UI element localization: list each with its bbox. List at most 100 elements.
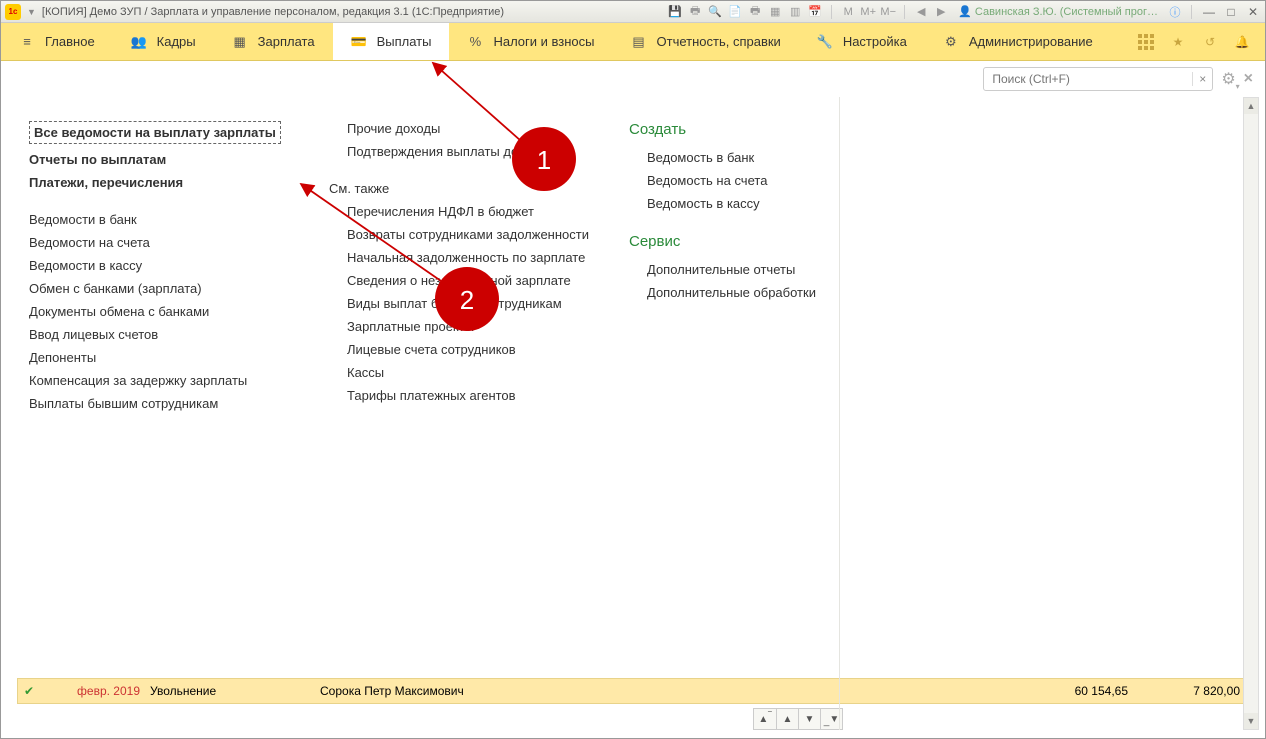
pager-up-button[interactable]: ▲ <box>776 709 798 729</box>
row-pager: ▲‾ ▲ ▼ _▼ <box>753 708 843 730</box>
nav-kadry-label: Кадры <box>157 34 196 49</box>
nav-nastroika-label: Настройка <box>843 34 907 49</box>
nav-vyplaty[interactable]: 💳 Выплаты <box>333 23 450 60</box>
print-icon[interactable]: 🖶 <box>688 5 702 19</box>
col2-top-item[interactable]: Прочие доходы <box>329 117 589 140</box>
calendar-icon[interactable]: 📅 <box>808 5 822 19</box>
logo-1c-icon: 1c <box>5 4 21 20</box>
col1-item[interactable]: Ввод лицевых счетов <box>29 323 289 346</box>
pager-first-button[interactable]: ▲‾ <box>754 709 776 729</box>
star-icon[interactable]: ★ <box>1169 33 1187 51</box>
gear-icon: ⚙ <box>943 34 959 50</box>
search-clear-button[interactable]: × <box>1192 72 1212 86</box>
col2-item[interactable]: Зарплатные проекты <box>329 315 589 338</box>
mplus-icon[interactable]: M+ <box>861 5 875 19</box>
service-item[interactable]: Дополнительные отчеты <box>629 258 849 281</box>
col2-item[interactable]: Начальная задолженность по зарплате <box>329 246 589 269</box>
col1-item[interactable]: Ведомости на счета <box>29 231 289 254</box>
search-input[interactable] <box>984 72 1192 86</box>
all-vedomosti-link[interactable]: Все ведомости на выплату зарплаты <box>29 117 289 148</box>
col1-item[interactable]: Ведомости в кассу <box>29 254 289 277</box>
compare-icon[interactable]: ▦ <box>768 5 782 19</box>
bottom-row[interactable]: ✔ февр. 2019 Увольнение Сорока Петр Макс… <box>17 678 1249 704</box>
col2-item[interactable]: Перечисления НДФЛ в бюджет <box>329 200 589 223</box>
col2-item[interactable]: Лицевые счета сотрудников <box>329 338 589 361</box>
create-item[interactable]: Ведомость в банк <box>629 146 849 169</box>
see-also-label: См. также <box>329 177 589 200</box>
nav-otchet-label: Отчетность, справки <box>657 34 781 49</box>
nav-admin-label: Администрирование <box>969 34 1093 49</box>
wrench-icon: 🔧 <box>817 34 833 50</box>
bottom-type: Увольнение <box>150 684 320 698</box>
panel-close-button[interactable]: × <box>1244 70 1253 88</box>
right-panel-separator <box>839 97 840 730</box>
nav-nastroika[interactable]: 🔧 Настройка <box>799 23 925 60</box>
user-name: Савинская З.Ю. (Системный прог… <box>975 6 1158 18</box>
col2-item[interactable]: Возвраты сотрудниками задолженности <box>329 223 589 246</box>
tool-row: × ⚙▾ × <box>1 61 1265 97</box>
col1-item[interactable]: Обмен с банками (зарплата) <box>29 277 289 300</box>
scroll-down-button[interactable]: ▼ <box>1244 713 1258 729</box>
back-icon[interactable]: ◀ <box>914 5 928 19</box>
nav-nalogi-label: Налоги и взносы <box>493 34 594 49</box>
column-3: Создать Ведомость в банк Ведомость на сч… <box>629 117 889 657</box>
save-icon[interactable]: 💾 <box>668 5 682 19</box>
title-dropdown-icon[interactable]: ▼ <box>27 7 36 17</box>
nav-main-label: Главное <box>45 34 95 49</box>
percent-icon: % <box>467 34 483 50</box>
search-box[interactable]: × <box>983 67 1213 91</box>
nav-admin[interactable]: ⚙ Администрирование <box>925 23 1111 60</box>
maximize-button[interactable]: □ <box>1223 5 1239 19</box>
title-bar: 1c ▼ [КОПИЯ] Демо ЗУП / Зарплата и управ… <box>1 1 1265 23</box>
right-scrollbar[interactable]: ▲ ▼ <box>1243 97 1259 730</box>
print2-icon[interactable]: 🖶 <box>748 5 762 19</box>
menu-icon: ≡ <box>19 34 35 50</box>
create-item[interactable]: Ведомость на счета <box>629 169 849 192</box>
preview-icon[interactable]: 🔍 <box>708 5 722 19</box>
nav-otchet[interactable]: ▤ Отчетность, справки <box>613 23 799 60</box>
col1-item[interactable]: Компенсация за задержку зарплаты <box>29 369 289 392</box>
nav-zarplata[interactable]: ▦ Зарплата <box>214 23 333 60</box>
col1-item[interactable]: Выплаты бывшим сотрудникам <box>29 392 289 415</box>
report-icon: ▤ <box>631 34 647 50</box>
col1-item[interactable]: Ведомости в банк <box>29 208 289 231</box>
payout-reports-link[interactable]: Отчеты по выплатам <box>29 148 289 171</box>
pager-down-button[interactable]: ▼ <box>798 709 820 729</box>
col1-item[interactable]: Депоненты <box>29 346 289 369</box>
col2-top-item[interactable]: Подтверждения выплаты доходов <box>329 140 589 163</box>
service-item[interactable]: Дополнительные обработки <box>629 281 849 304</box>
info-icon[interactable]: ⓘ <box>1168 5 1182 19</box>
calc-icon[interactable]: ▥ <box>788 5 802 19</box>
bottom-date: февр. 2019 <box>40 684 150 698</box>
main-nav: ≡ Главное 👥 Кадры ▦ Зарплата 💳 Выплаты %… <box>1 23 1265 61</box>
nav-nalogi[interactable]: % Налоги и взносы <box>449 23 612 60</box>
col2-item[interactable]: Кассы <box>329 361 589 384</box>
col1-item[interactable]: Документы обмена с банками <box>29 300 289 323</box>
apps-icon[interactable] <box>1137 33 1155 51</box>
scroll-up-button[interactable]: ▲ <box>1244 98 1258 114</box>
copy-icon[interactable]: 📄 <box>728 5 742 19</box>
nav-kadry[interactable]: 👥 Кадры <box>113 23 214 60</box>
col2-item[interactable]: Сведения о незачисленной зарплате <box>329 269 589 292</box>
nav-main[interactable]: ≡ Главное <box>1 23 113 60</box>
fwd-icon[interactable]: ▶ <box>934 5 948 19</box>
service-heading: Сервис <box>629 229 849 258</box>
doc-posted-icon: ✔ <box>18 684 40 698</box>
column-1: Все ведомости на выплату зарплаты Отчеты… <box>29 117 329 657</box>
bottom-amount-1: 60 154,65 <box>978 684 1128 698</box>
close-button[interactable]: ✕ <box>1245 5 1261 19</box>
col2-item[interactable]: Виды выплат бывшим сотрудникам <box>329 292 589 315</box>
user-label[interactable]: 👤 Савинская З.Ю. (Системный прог… <box>958 5 1158 18</box>
col2-item[interactable]: Тарифы платежных агентов <box>329 384 589 407</box>
bell-icon[interactable]: 🔔 <box>1233 33 1251 51</box>
minimize-button[interactable]: — <box>1201 5 1217 19</box>
payments-link[interactable]: Платежи, перечисления <box>29 171 289 194</box>
calc2-icon: ▦ <box>232 34 248 50</box>
mminus-icon[interactable]: M− <box>881 5 895 19</box>
bottom-name: Сорока Петр Максимович <box>320 684 978 698</box>
people-icon: 👥 <box>131 34 147 50</box>
history-icon[interactable]: ↺ <box>1201 33 1219 51</box>
create-item[interactable]: Ведомость в кассу <box>629 192 849 215</box>
m-icon[interactable]: M <box>841 5 855 19</box>
settings-icon[interactable]: ⚙▾ <box>1221 69 1235 89</box>
